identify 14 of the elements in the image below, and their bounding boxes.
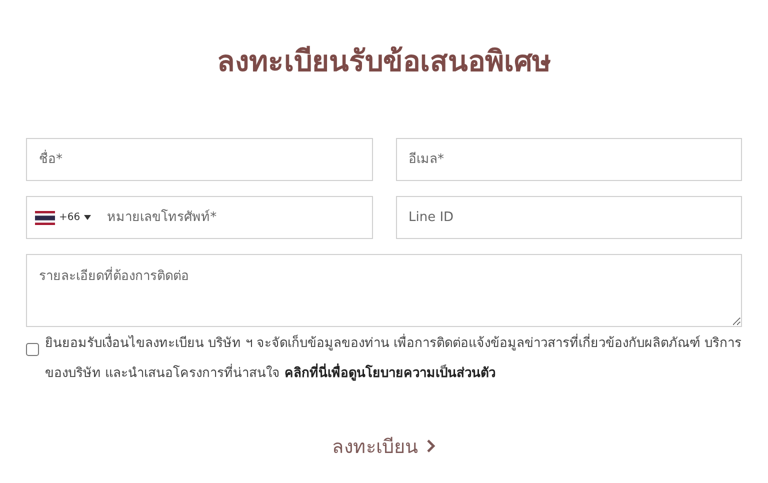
phone-field[interactable]: +66 หมายเลขโทรศัพท์* <box>26 196 372 239</box>
consent-text: ยินยอมรับเงื่อนไขลงทะเบียน บริษัท ฯ จะจัดเก็บข้อมูลของท่าน เพื่อการติดต่อแจ้งข้อมูลข่าวสารที่เกี่ยวข้องกับผลิตภัณฑ์ บริการของบริษัท และนำเสนอโครงการที่น่าสนใจ คลิกที่นี่เพื่อดูนโยบายความเป็นส่วนตัว <box>45 329 742 389</box>
flag-icon <box>35 210 55 224</box>
chevron-icon <box>426 439 436 453</box>
consent-checkbox[interactable] <box>26 343 39 356</box>
caret-icon <box>84 215 92 220</box>
register-button[interactable]: ลงทะเบียน <box>326 427 442 465</box>
country-code-button[interactable]: +66 <box>27 197 100 238</box>
input-field[interactable]: อีเมล* <box>396 138 742 181</box>
form-title: ลงทะเบียนรับข้อเสนอพิเศษ <box>216 43 552 80</box>
privacy-link[interactable]: คลิกที่นี่เพื่อดูนโยบายความเป็นส่วนตัว <box>284 366 496 381</box>
input-field[interactable]: Line ID <box>396 196 742 239</box>
message-field[interactable]: รายละเอียดที่ต้องการติดต่อ <box>26 254 742 327</box>
input-field[interactable]: ชื่อ* <box>26 138 372 181</box>
